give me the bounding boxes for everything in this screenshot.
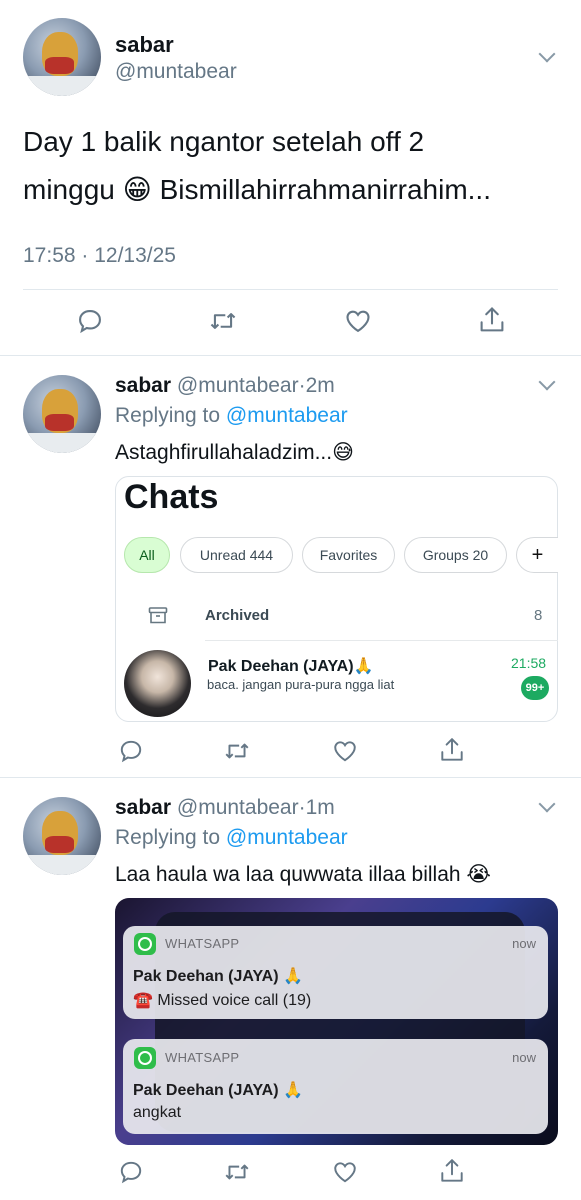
unread-badge: 99+ xyxy=(521,676,549,700)
notification-title: Pak Deehan (JAYA) 🙏 xyxy=(133,1082,303,1099)
notification-body: angkat xyxy=(133,1104,182,1121)
notification-app: WHATSAPP xyxy=(165,936,240,951)
reply-icon xyxy=(120,1161,142,1184)
tweet-text-line1: Day 1 balik ngantor setelah off 2 xyxy=(23,126,425,157)
replying-to: Replying to @muntabear xyxy=(115,826,348,850)
notification-card[interactable]: WHATSAPP now Pak Deehan (JAYA) 🙏 ☎️ Miss… xyxy=(123,926,548,1019)
archived-count: 8 xyxy=(534,607,543,624)
retweet-button[interactable] xyxy=(208,307,238,335)
handle[interactable]: @muntabear xyxy=(177,374,299,397)
retweet-button[interactable] xyxy=(223,1159,251,1185)
notification-time: now xyxy=(512,1050,536,1065)
filter-groups-label: Groups 20 xyxy=(422,547,489,563)
reply-button[interactable] xyxy=(118,738,144,764)
retweet-icon xyxy=(225,743,249,759)
reply-header: sabar @muntabear·1m xyxy=(115,796,335,820)
reply-button[interactable] xyxy=(76,307,104,335)
notification-time: now xyxy=(512,936,536,951)
reply-header: sabar @muntabear·2m xyxy=(115,374,335,398)
handle[interactable]: @muntabear xyxy=(177,796,299,819)
notification-body: ☎️ Missed voice call (19) xyxy=(133,992,312,1009)
filter-groups[interactable]: Groups 20 xyxy=(404,537,507,573)
display-name[interactable]: sabar xyxy=(115,374,171,397)
notifications-screenshot[interactable]: WHATSAPP now Pak Deehan (JAYA) 🙏 ☎️ Miss… xyxy=(115,898,558,1145)
replying-to: Replying to @muntabear xyxy=(115,404,348,428)
share-icon xyxy=(441,1159,463,1182)
display-name[interactable]: sabar xyxy=(115,796,171,819)
replying-to-label: Replying to xyxy=(115,404,221,427)
filter-unread-label: Unread 444 xyxy=(199,547,274,563)
replying-to-label: Replying to xyxy=(115,826,221,849)
notification-title: Pak Deehan (JAYA) 🙏 xyxy=(133,968,303,985)
chat-time: 21:58 xyxy=(511,655,547,671)
filter-unread[interactable]: Unread 444 xyxy=(180,537,293,573)
divider xyxy=(0,355,581,356)
reply-button[interactable] xyxy=(118,1159,144,1185)
dot-separator: · xyxy=(298,796,306,819)
chat-preview: baca. jangan pura-pura ngga liat xyxy=(207,677,395,692)
chat-name: Pak Deehan (JAYA)🙏 xyxy=(208,658,374,675)
whatsapp-icon xyxy=(134,1047,156,1069)
dot-separator: · xyxy=(298,374,306,397)
retweet-button[interactable] xyxy=(223,738,251,764)
tweet-timestamp[interactable]: 17:58 · 12/13/25 xyxy=(23,244,176,268)
display-name[interactable]: sabar xyxy=(115,32,174,58)
chats-title: Chats xyxy=(124,478,219,516)
share-icon xyxy=(441,738,463,761)
replying-to-link[interactable]: @muntabear xyxy=(226,404,348,427)
reply-icon xyxy=(79,310,101,334)
like-button[interactable] xyxy=(331,738,359,764)
filter-add-button[interactable]: + xyxy=(516,537,558,573)
divider xyxy=(205,640,558,641)
notification-card[interactable]: WHATSAPP now Pak Deehan (JAYA) 🙏 angkat xyxy=(123,1039,548,1134)
chevron-down-icon[interactable] xyxy=(538,795,556,813)
reply-text: Laa haula wa laa quwwata illaa billah 😭 xyxy=(115,863,491,886)
share-button[interactable] xyxy=(478,305,506,335)
like-icon xyxy=(334,741,356,762)
share-icon xyxy=(480,307,504,332)
like-button[interactable] xyxy=(331,1159,359,1185)
filter-all[interactable]: All xyxy=(124,537,170,573)
archived-label[interactable]: Archived xyxy=(205,607,269,624)
share-button[interactable] xyxy=(439,1157,465,1185)
filter-all-label: All xyxy=(139,547,155,563)
retweet-icon xyxy=(225,1164,249,1180)
retweet-icon xyxy=(210,313,236,329)
divider xyxy=(23,289,558,290)
avatar[interactable] xyxy=(23,18,101,96)
chat-avatar[interactable] xyxy=(124,650,191,717)
share-button[interactable] xyxy=(439,736,465,764)
filter-favorites-label: Favorites xyxy=(319,547,378,563)
handle[interactable]: @muntabear xyxy=(115,60,237,84)
filter-favorites[interactable]: Favorites xyxy=(302,537,395,573)
avatar[interactable] xyxy=(23,797,101,875)
tweet-text-line2: minggu 😁 Bismillahirrahmanirrahim... xyxy=(23,174,491,205)
unread-count: 99+ xyxy=(525,682,545,694)
relative-time[interactable]: 1m xyxy=(306,796,335,819)
reply-icon xyxy=(120,740,142,763)
notification-app: WHATSAPP xyxy=(165,1050,240,1065)
whatsapp-icon xyxy=(134,933,156,955)
avatar[interactable] xyxy=(23,375,101,453)
like-button[interactable] xyxy=(343,307,373,335)
chevron-down-icon[interactable] xyxy=(538,45,556,63)
archive-icon xyxy=(148,606,168,631)
like-icon xyxy=(346,310,370,333)
plus-icon: + xyxy=(531,543,544,566)
divider xyxy=(0,777,581,778)
like-icon xyxy=(334,1162,356,1183)
relative-time[interactable]: 2m xyxy=(306,374,335,397)
chevron-down-icon[interactable] xyxy=(538,373,556,391)
replying-to-link[interactable]: @muntabear xyxy=(226,826,348,849)
reply-text: Astaghfirullahaladzim...😅 xyxy=(115,441,354,464)
